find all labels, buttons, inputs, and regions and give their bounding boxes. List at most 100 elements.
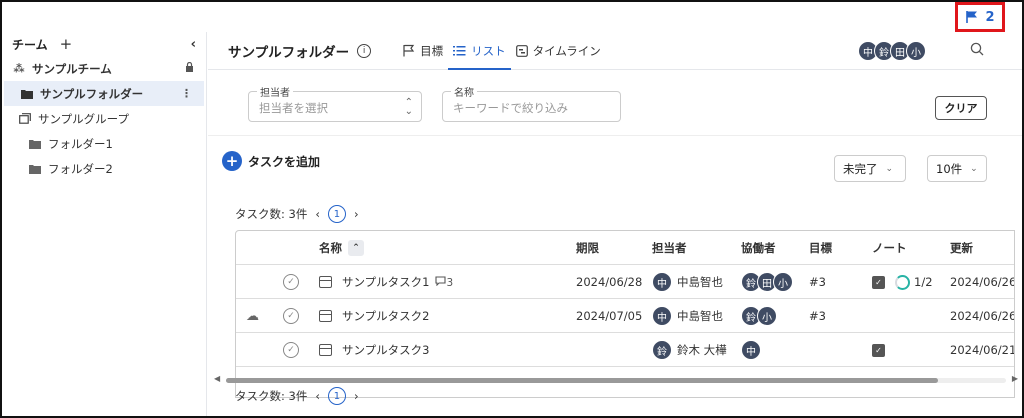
assignee-name: 鈴木 大樺 (677, 343, 727, 357)
tab-label: 目標 (420, 43, 444, 58)
search-icon[interactable] (970, 42, 984, 60)
scroll-right-icon[interactable]: ▶ (1012, 374, 1018, 383)
scroll-left-icon[interactable]: ◀ (214, 374, 220, 383)
flag-outline-icon (403, 44, 415, 57)
more-icon[interactable]: ⋮ (181, 87, 192, 100)
table-row[interactable]: ☁ ✓ サンプルタスク2 2024/07/05 中 中島智也 鈴 小 #3 20… (236, 299, 1014, 333)
task-table: 名称 ⌃ 期限 担当者 協働者 目標 ノート 更新 ✓ サンプルタスク1 3 2… (235, 230, 1015, 398)
add-task-button[interactable]: + タスクを追加 (222, 151, 320, 171)
avatar: 中 (741, 340, 761, 360)
clear-button[interactable]: クリア (935, 96, 987, 120)
table-row[interactable]: ✓ サンプルタスク3 鈴 鈴木 大樺 中 ✓ 2024/06/21 (236, 333, 1014, 367)
due-date: 2024/07/05 (576, 309, 643, 323)
avatar: 小 (906, 41, 926, 61)
sidebar-item-sample-group[interactable]: サンプルグループ (2, 106, 206, 131)
complete-check-icon[interactable]: ✓ (283, 308, 299, 324)
assignee-cell[interactable]: 鈴 鈴木 大樺 (652, 333, 727, 367)
task-name[interactable]: サンプルタスク1 (342, 274, 429, 290)
updated-date: 2024/06/26 (950, 309, 1015, 323)
assignee-placeholder: 担当者を選択 (259, 101, 328, 115)
sidebar-item-folder2[interactable]: フォルダー2 (2, 156, 206, 181)
task-icon (319, 276, 332, 288)
column-header-collaborators[interactable]: 協働者 (741, 231, 776, 265)
sidebar-item-folder1[interactable]: フォルダー1 (2, 131, 206, 156)
collapse-sidebar-icon[interactable]: ‹ (191, 37, 196, 52)
updown-chevron-icon: ⌃ ⌄ (404, 97, 413, 117)
page-size-select[interactable]: 10件 ⌄ (927, 155, 987, 182)
flag-count: 2 (985, 9, 995, 25)
folder-icon (20, 89, 34, 99)
view-tabs: 目標 リスト タイムライン (397, 32, 606, 70)
avatar: 鈴 (652, 340, 672, 360)
comment-count[interactable]: 3 (435, 275, 453, 289)
tab-goals[interactable]: 目標 (397, 32, 448, 70)
info-icon[interactable]: i (357, 43, 372, 58)
column-header-name[interactable]: 名称 ⌃ (319, 231, 364, 265)
tab-list[interactable]: リスト (448, 32, 511, 70)
goal-cell[interactable]: #3 (809, 265, 826, 299)
add-team-button[interactable]: + (60, 35, 73, 53)
updated-date: 2024/06/26 (950, 275, 1015, 289)
column-header-goal[interactable]: 目標 (809, 231, 832, 265)
assignee-name: 中島智也 (677, 275, 723, 289)
column-header-assignee[interactable]: 担当者 (652, 231, 687, 265)
scroll-thumb[interactable] (226, 378, 938, 383)
pager-bottom: タスク数: 3件 ‹ 1 › (235, 387, 359, 405)
timeline-icon (515, 44, 528, 57)
status-select-value: 未完了 (843, 161, 878, 176)
next-page-button[interactable]: › (354, 389, 359, 403)
page-number[interactable]: 1 (327, 387, 346, 405)
column-header-due[interactable]: 期限 (576, 231, 599, 265)
group-icon (18, 113, 32, 124)
progress-ring-icon (895, 274, 910, 290)
next-page-button[interactable]: › (354, 207, 359, 221)
table-row[interactable]: ✓ サンプルタスク1 3 2024/06/28 中 中島智也 鈴 田 小 #3 … (236, 265, 1014, 299)
column-header-note[interactable]: ノート (872, 231, 907, 265)
main-panel: サンプルフォルダー i 目標 リスト タイムライン 中 鈴 田 小 担当者 担当… (208, 32, 1022, 416)
sidebar-heading: チーム (12, 37, 48, 52)
sidebar-item-label: サンプルチーム (32, 61, 112, 76)
assignee-cell[interactable]: 中 中島智也 (652, 265, 723, 299)
team-icon: ⁂ (13, 62, 25, 75)
sidebar-item-team[interactable]: ⁂ サンプルチーム (2, 56, 206, 81)
folder-icon (28, 139, 42, 149)
assignee-name: 中島智也 (677, 309, 723, 323)
task-name[interactable]: サンプルタスク3 (342, 342, 429, 358)
member-avatars[interactable]: 中 鈴 田 小 (858, 41, 926, 61)
filter-bar: 担当者 担当者を選択 ⌃ ⌄ 名称 キーワードで絞り込み クリア (208, 70, 1022, 136)
collaborators-cell[interactable]: 中 (741, 333, 761, 367)
horizontal-scrollbar[interactable]: ◀ ▶ (214, 374, 1018, 386)
assignee-select[interactable]: 担当者 担当者を選択 ⌃ ⌄ (248, 84, 422, 122)
folder-icon (28, 164, 42, 174)
name-filter-input[interactable]: 名称 キーワードで絞り込み (442, 84, 621, 122)
task-count: タスク数: 3件 (235, 389, 308, 403)
main-header: サンプルフォルダー i 目標 リスト タイムライン 中 鈴 田 小 (208, 32, 1022, 70)
complete-check-icon[interactable]: ✓ (283, 274, 299, 290)
sidebar-item-sample-folder[interactable]: サンプルフォルダー ⋮ (4, 81, 204, 106)
assignee-cell[interactable]: 中 中島智也 (652, 299, 723, 333)
tab-timeline[interactable]: タイムライン (511, 32, 606, 70)
sidebar-item-label: フォルダー2 (48, 161, 113, 176)
add-task-label: タスクを追加 (248, 154, 321, 169)
collaborators-cell[interactable]: 鈴 小 (741, 299, 777, 333)
prev-page-button[interactable]: ‹ (315, 389, 320, 403)
prev-page-button[interactable]: ‹ (315, 207, 320, 221)
sidebar: チーム + ‹ ⁂ サンプルチーム サンプルフォルダー ⋮ サンプルグループ フ… (2, 32, 207, 416)
note-cell[interactable]: ✓ (872, 333, 885, 367)
sort-ascending-icon[interactable]: ⌃ (348, 240, 364, 256)
subtask-progress: 1/2 (914, 275, 933, 289)
status-select[interactable]: 未完了 ⌄ (834, 155, 906, 182)
note-cell[interactable]: ✓ 1/2 (872, 265, 933, 299)
complete-check-icon[interactable]: ✓ (283, 342, 299, 358)
collaborators-cell[interactable]: 鈴 田 小 (741, 265, 793, 299)
task-name[interactable]: サンプルタスク2 (342, 308, 429, 324)
page-number[interactable]: 1 (327, 205, 346, 223)
goal-cell[interactable]: #3 (809, 299, 826, 333)
table-header-row: 名称 ⌃ 期限 担当者 協働者 目標 ノート 更新 (236, 231, 1014, 265)
name-placeholder: キーワードで絞り込み (453, 101, 568, 115)
chevron-down-icon: ⌄ (885, 163, 894, 174)
column-header-updated[interactable]: 更新 (950, 231, 973, 265)
due-date: 2024/06/28 (576, 275, 643, 289)
flag-notification[interactable]: 2 (955, 2, 1005, 32)
flag-icon (966, 11, 978, 23)
